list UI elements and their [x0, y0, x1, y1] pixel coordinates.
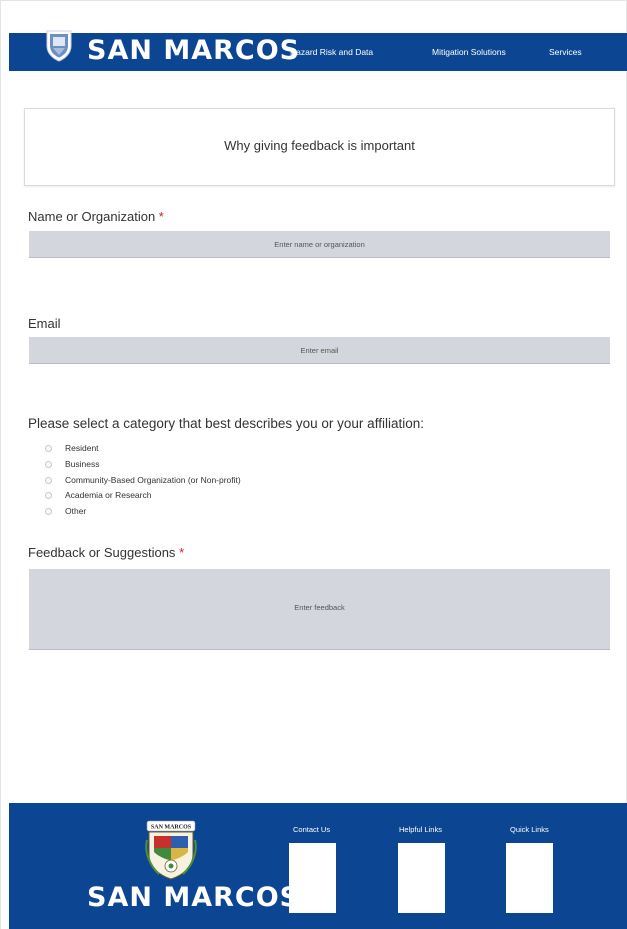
info-card-title: Why giving feedback is important [224, 138, 415, 153]
radio-button[interactable] [45, 476, 52, 484]
radio-option-academia[interactable]: Academia or Research [45, 490, 151, 500]
feedback-info-card[interactable]: Why giving feedback is important [24, 108, 615, 186]
required-marker: * [158, 209, 164, 224]
name-input[interactable] [29, 231, 610, 258]
nav-mitigation-solutions[interactable]: Mitigation Solutions [432, 47, 506, 57]
radio-option-community-org[interactable]: Community-Based Organization (or Non-pro… [45, 475, 241, 485]
radio-button[interactable] [45, 491, 52, 499]
radio-label: Community-Based Organization (or Non-pro… [65, 475, 241, 485]
radio-label: Other [65, 506, 87, 516]
name-label-text: Name or Organization [28, 209, 156, 224]
radio-button[interactable] [45, 444, 52, 452]
radio-option-business[interactable]: Business [45, 459, 100, 469]
required-marker: * [179, 545, 185, 560]
radio-button[interactable] [45, 460, 52, 468]
nav-hazard-risk-data[interactable]: Hazard Risk and Data [290, 47, 373, 57]
radio-button[interactable] [45, 507, 52, 515]
radio-label: Resident [65, 443, 99, 453]
city-seal-icon[interactable]: SAN MARCOS [144, 820, 198, 882]
email-input[interactable] [29, 337, 610, 364]
footer-logo-text[interactable]: SAN MARCOS [87, 882, 300, 913]
footer-contact-us[interactable]: Contact Us [293, 825, 330, 834]
site-logo-text[interactable]: SAN MARCOS [87, 36, 300, 66]
footer-helpful-links-box [398, 843, 445, 913]
email-field-label: Email [28, 316, 61, 331]
footer-contact-box [289, 843, 336, 913]
category-question: Please select a category that best descr… [28, 416, 424, 431]
nav-services[interactable]: Services [549, 47, 582, 57]
name-field-label: Name or Organization * [28, 209, 164, 224]
feedback-field-label: Feedback or Suggestions * [28, 545, 184, 560]
feedback-label-text: Feedback or Suggestions [28, 545, 176, 560]
radio-option-resident[interactable]: Resident [45, 443, 99, 453]
site-header: SAN MARCOS Hazard Risk and Data Mitigati… [9, 30, 627, 71]
radio-label: Business [65, 459, 100, 469]
city-seal-icon[interactable] [44, 28, 74, 62]
radio-option-other[interactable]: Other [45, 506, 86, 516]
radio-label: Academia or Research [65, 490, 152, 500]
feedback-textarea[interactable] [29, 569, 610, 650]
footer-quick-links-box [506, 843, 553, 913]
seal-banner-text: SAN MARCOS [151, 825, 192, 831]
footer-helpful-links[interactable]: Helpful Links [399, 825, 442, 834]
footer-quick-links[interactable]: Quick Links [510, 825, 549, 834]
site-footer: SAN MARCOS SAN MARCOS Contact Us Helpful… [9, 803, 627, 929]
